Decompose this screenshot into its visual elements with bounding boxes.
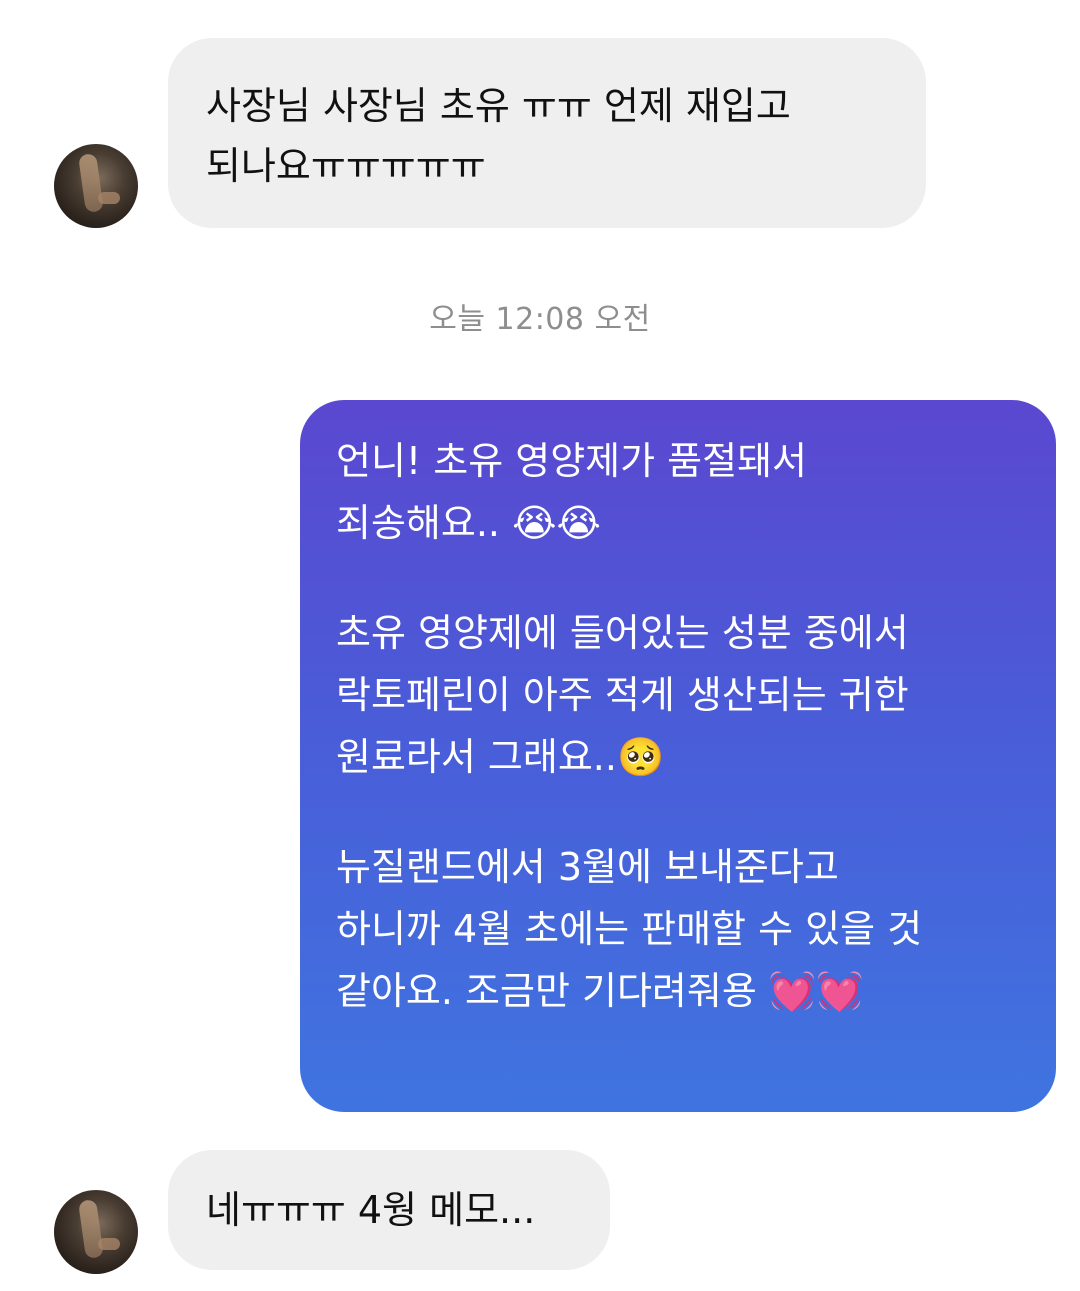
incoming-message-bubble[interactable]: 사장님 사장님 초유 ㅠㅠ 언제 재입고 되나요ㅠㅠㅠㅠㅠ	[168, 38, 926, 228]
outgoing-message-bubble[interactable]: 언니! 초유 영양제가 품절돼서 죄송해요.. 😭😭 초유 영양제에 들어있는 …	[300, 400, 1056, 1112]
avatar-image-detail	[98, 192, 120, 204]
avatar[interactable]	[54, 144, 138, 228]
message-line: 원료라서 그래요..🥺	[336, 735, 665, 779]
avatar-image	[78, 153, 104, 213]
message-line: 언니! 초유 영양제가 품절돼서	[336, 439, 807, 483]
message-line: 하니까 4월 초에는 판매할 수 있을 것	[336, 907, 923, 951]
incoming-message-bubble[interactable]: 네ㅠㅠㅠ 4웡 메모...	[168, 1150, 610, 1270]
message-line: 초유 영양제에 들어있는 성분 중에서	[336, 611, 909, 655]
message-line: 네ㅠㅠㅠ 4웡 메모...	[206, 1188, 536, 1232]
message-line: 사장님 사장님 초유 ㅠㅠ 언제 재입고	[206, 84, 791, 128]
avatar-image-detail	[98, 1238, 120, 1250]
avatar-image	[78, 1199, 104, 1259]
message-line: 되나요ㅠㅠㅠㅠㅠ	[206, 144, 486, 188]
message-line: 락토페린이 아주 적게 생산되는 귀한	[336, 673, 909, 717]
message-line: 같아요. 조금만 기다려줘용 💓💓	[336, 969, 864, 1013]
avatar[interactable]	[54, 1190, 138, 1274]
message-line: 죄송해요.. 😭😭	[336, 501, 601, 545]
message-line: 뉴질랜드에서 3월에 보내준다고	[336, 845, 839, 889]
message-timestamp: 오늘 12:08 오전	[429, 302, 651, 337]
